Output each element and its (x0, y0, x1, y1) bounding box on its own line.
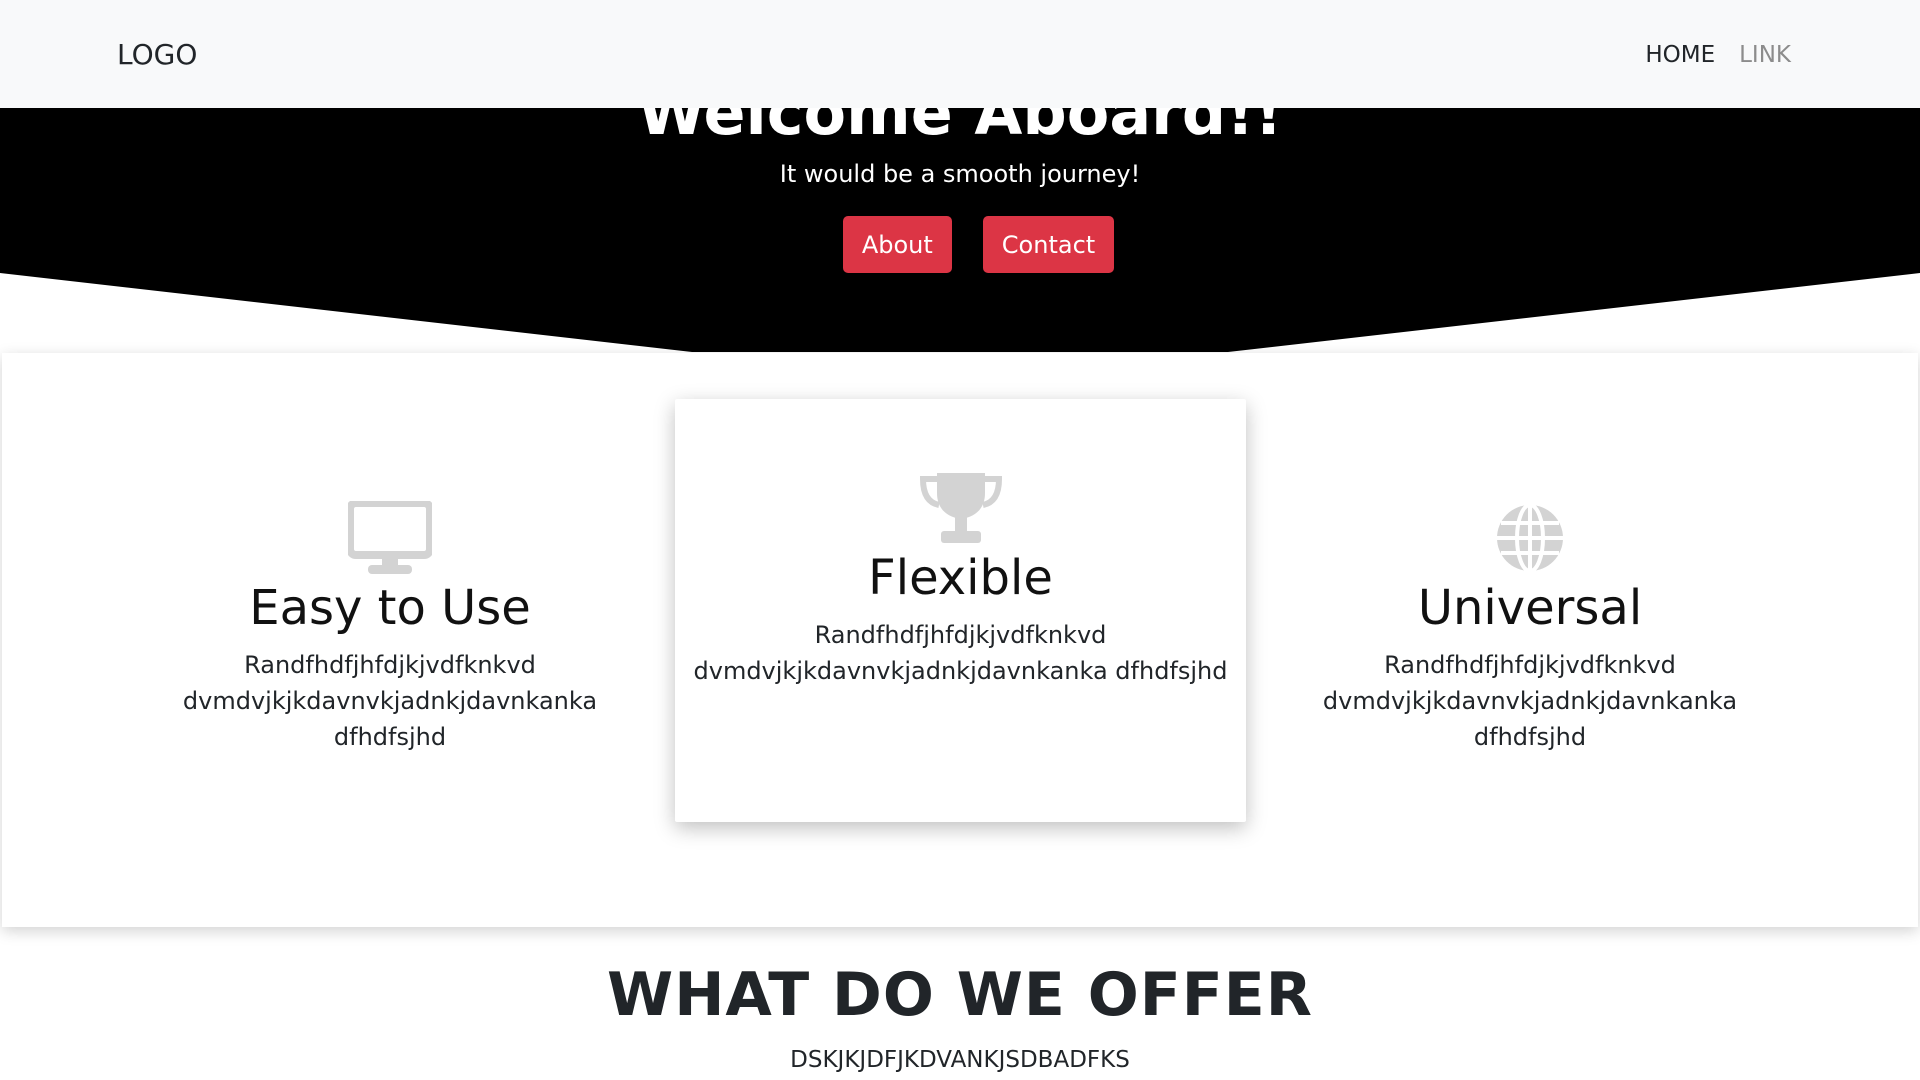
features-section: Easy to Use Randfhdfjhfdjkjvdfknkvd dvmd… (2, 353, 1918, 927)
feature-card-flexible: Flexible Randfhdfjhfdjkjvdfknkvd dvmdvjk… (675, 399, 1246, 822)
feature-text: Randfhdfjhfdjkjvdfknkvd dvmdvjkjkdavnvkj… (693, 621, 1228, 685)
offer-subtitle: DSKJKJDFJKDVANKJSDBADFKS (790, 1047, 1130, 1073)
monitor-icon (348, 501, 432, 574)
feature-text: Randfhdfjhfdjkjvdfknkvd dvmdvjkjkdavnvkj… (182, 651, 598, 751)
feature-card-universal: Universal Randfhdfjhfdjkjvdfknkvd dvmdvj… (1290, 501, 1770, 755)
feature-card-easy-to-use: Easy to Use Randfhdfjhfdjkjvdfknkvd dvmd… (150, 501, 630, 755)
globe-icon (1497, 503, 1563, 573)
nav-home-link[interactable]: HOME (1645, 42, 1715, 68)
hero-subtitle: It would be a smooth journey! (779, 160, 1141, 188)
nav-links: HOME LINK (1645, 42, 1791, 68)
nav-link-link[interactable]: LINK (1739, 42, 1791, 68)
offer-title: WHAT DO WE OFFER (607, 960, 1313, 1030)
feature-title: Flexible (868, 550, 1053, 606)
feature-title: Easy to Use (249, 580, 531, 636)
hero-button-group: About Contact (0, 216, 1920, 273)
logo-link[interactable]: LOGO (117, 38, 197, 71)
about-button[interactable]: About (842, 216, 952, 273)
contact-button[interactable]: Contact (982, 216, 1115, 273)
feature-title: Universal (1417, 580, 1643, 636)
trophy-icon (919, 473, 1002, 543)
feature-text: Randfhdfjhfdjkjvdfknkvd dvmdvjkjkdavnvkj… (1322, 651, 1738, 751)
navbar: LOGO HOME LINK (0, 0, 1920, 108)
